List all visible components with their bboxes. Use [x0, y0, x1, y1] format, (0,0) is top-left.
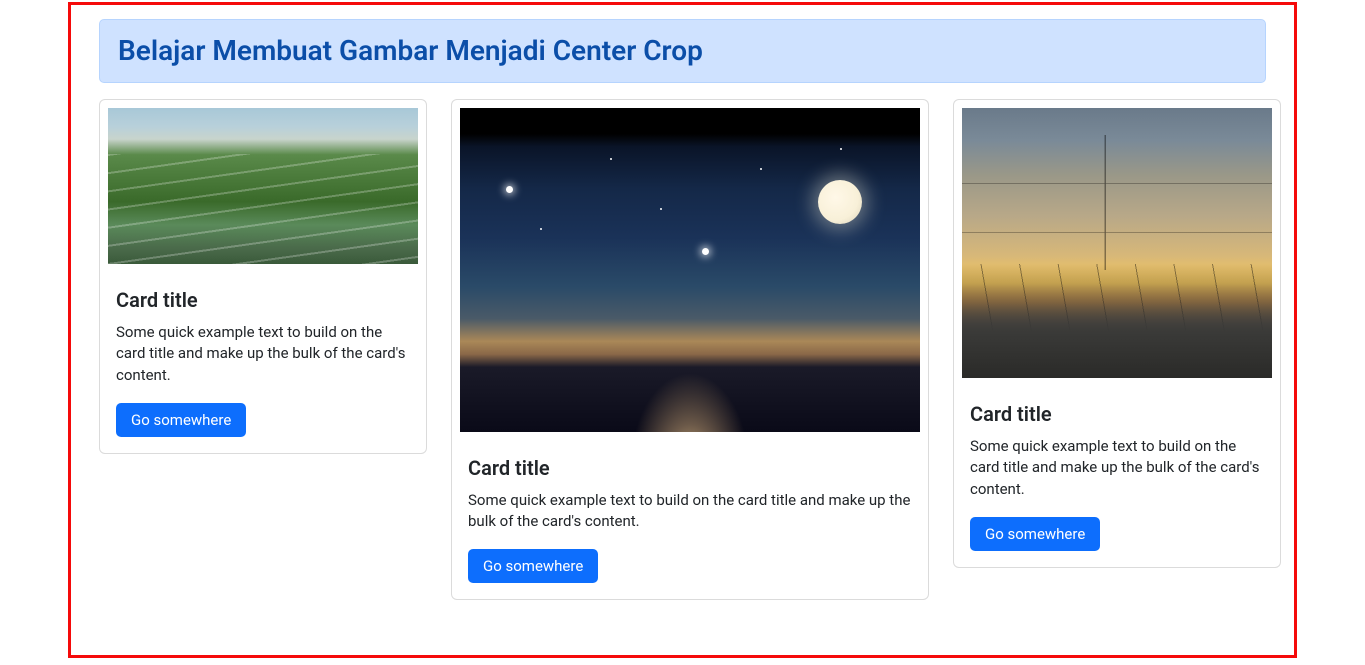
go-somewhere-button[interactable]: Go somewhere	[116, 403, 246, 437]
moon-icon	[818, 180, 862, 224]
card-row: Card title Some quick example text to bu…	[99, 99, 1266, 601]
page-title: Belajar Membuat Gambar Menjadi Center Cr…	[118, 34, 1247, 68]
star-icon	[610, 158, 612, 160]
card-title: Card title	[468, 456, 912, 480]
card-title: Card title	[970, 402, 1264, 426]
card-image-sunset-rails	[962, 108, 1272, 378]
star-icon	[660, 208, 662, 210]
go-somewhere-button[interactable]: Go somewhere	[468, 549, 598, 583]
card-night-sky: Card title Some quick example text to bu…	[451, 99, 929, 601]
card-text: Some quick example text to build on the …	[116, 322, 410, 387]
card-body: Card title Some quick example text to bu…	[954, 386, 1280, 567]
star-icon	[760, 168, 762, 170]
page-frame: Belajar Membuat Gambar Menjadi Center Cr…	[68, 2, 1297, 658]
star-icon	[506, 186, 513, 193]
page-header-alert: Belajar Membuat Gambar Menjadi Center Cr…	[99, 19, 1266, 83]
star-icon	[702, 248, 709, 255]
card-body: Card title Some quick example text to bu…	[452, 440, 928, 600]
card-body: Card title Some quick example text to bu…	[100, 272, 426, 453]
card-title: Card title	[116, 288, 410, 312]
card-text: Some quick example text to build on the …	[468, 490, 912, 534]
card-image-rice-terrace	[108, 108, 418, 264]
star-icon	[540, 228, 542, 230]
go-somewhere-button[interactable]: Go somewhere	[970, 517, 1100, 551]
star-icon	[840, 148, 842, 150]
card-text: Some quick example text to build on the …	[970, 436, 1264, 501]
card-sunset-rails: Card title Some quick example text to bu…	[953, 99, 1281, 568]
card-rice-terrace: Card title Some quick example text to bu…	[99, 99, 427, 454]
card-image-night-sky	[460, 108, 920, 432]
